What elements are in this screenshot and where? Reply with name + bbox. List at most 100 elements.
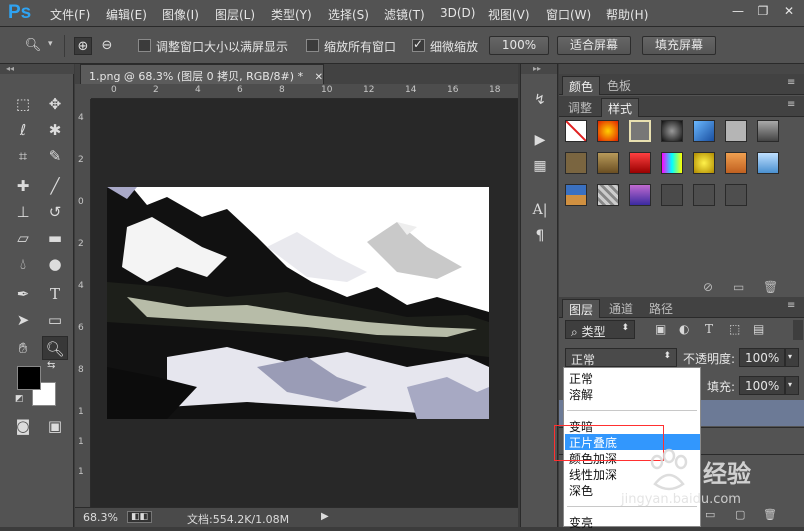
tab-adjustments[interactable]: 调整 xyxy=(562,98,598,117)
zoom-tool-preset-icon[interactable]: 🔍︎ xyxy=(24,37,42,55)
fit-screen-button[interactable]: 适合屏幕 xyxy=(557,36,631,55)
filter-toggle[interactable] xyxy=(793,320,803,340)
zoom-all-checkbox[interactable] xyxy=(306,39,319,52)
type-tool-icon[interactable]: T xyxy=(42,282,68,306)
style-none-swatch[interactable] xyxy=(565,120,587,142)
menu-help[interactable]: 帮助(H) xyxy=(606,6,648,23)
history-panel-icon[interactable]: ↯ xyxy=(530,90,550,110)
style-swatch[interactable] xyxy=(693,184,715,206)
fill-screen-button[interactable]: 填充屏幕 xyxy=(642,36,716,55)
close-button[interactable]: ✕ xyxy=(778,3,800,19)
blend-mode-select[interactable]: 正常 ⬍ xyxy=(565,348,677,367)
close-tab-icon[interactable]: ✕ xyxy=(315,72,323,83)
style-swatch[interactable] xyxy=(725,152,747,174)
swap-colors-icon[interactable]: ⇆ xyxy=(47,360,55,371)
default-colors-icon[interactable]: ◩ xyxy=(15,394,24,404)
panel-menu-icon[interactable]: ≡ xyxy=(787,99,795,110)
menu-type[interactable]: 类型(Y) xyxy=(271,6,312,23)
status-menu-arrow-icon[interactable]: ▶ xyxy=(321,511,329,522)
style-swatch[interactable] xyxy=(693,120,715,142)
3d-panel-icon[interactable]: ▦ xyxy=(530,156,550,176)
delete-style-icon[interactable]: 🗑︎ xyxy=(763,280,778,294)
layer-kind-filter[interactable]: ⌕ 类型 ⬍ xyxy=(565,320,635,339)
style-swatch[interactable] xyxy=(597,152,619,174)
actions-play-icon[interactable]: ▶ xyxy=(530,130,550,150)
gradient-tool-icon[interactable]: ▬ xyxy=(42,226,68,250)
style-swatch[interactable] xyxy=(757,152,779,174)
style-swatch[interactable] xyxy=(757,120,779,142)
menu-select[interactable]: 选择(S) xyxy=(328,6,369,23)
minimize-button[interactable]: — xyxy=(727,3,749,19)
menu-filter[interactable]: 滤镜(T) xyxy=(384,6,425,23)
eraser-tool-icon[interactable]: ▱ xyxy=(10,226,36,250)
style-swatch[interactable] xyxy=(629,152,651,174)
opacity-chevron-down-icon[interactable]: ▾ xyxy=(785,348,799,367)
rectangle-tool-icon[interactable]: ▭ xyxy=(42,308,68,332)
filter-adjustment-icon[interactable]: ◐ xyxy=(679,322,689,336)
clear-style-icon[interactable]: ⊘ xyxy=(703,280,713,294)
blend-option-linear-burn[interactable]: 线性加深 xyxy=(569,466,617,483)
zoom-tool-icon[interactable]: 🔍︎ xyxy=(42,336,68,360)
character-panel-icon[interactable]: A| xyxy=(530,200,550,220)
menu-3d[interactable]: 3D(D) xyxy=(440,6,475,20)
marquee-tool-icon[interactable]: ⬚ xyxy=(10,92,36,116)
zoom-out-icon[interactable]: ⊖ xyxy=(98,37,116,55)
style-swatch[interactable] xyxy=(661,120,683,142)
style-swatch[interactable] xyxy=(693,152,715,174)
fill-field[interactable]: 100% xyxy=(739,376,785,395)
menu-view[interactable]: 视图(V) xyxy=(488,6,530,23)
filter-smart-object-icon[interactable]: ▤ xyxy=(753,322,764,336)
filter-shape-icon[interactable]: ⬚ xyxy=(729,322,740,336)
panel-menu-icon[interactable]: ≡ xyxy=(787,300,795,311)
style-swatch[interactable] xyxy=(597,120,619,142)
crop-tool-icon[interactable]: ⌗ xyxy=(10,144,36,168)
zoom-in-icon[interactable]: ⊕ xyxy=(74,37,92,55)
move-tool-icon[interactable]: ✥ xyxy=(42,92,68,116)
quick-mask-icon[interactable]: ◙ xyxy=(10,414,36,438)
resize-windows-checkbox[interactable] xyxy=(138,39,151,52)
blur-tool-icon[interactable]: 💧︎ xyxy=(10,252,36,276)
clone-stamp-tool-icon[interactable]: ⊥ xyxy=(10,200,36,224)
tab-paths[interactable]: 路径 xyxy=(643,299,679,318)
restore-button[interactable]: ❐ xyxy=(752,3,774,19)
pen-tool-icon[interactable]: ✒ xyxy=(10,282,36,306)
menu-window[interactable]: 窗口(W) xyxy=(546,6,591,23)
style-swatch[interactable] xyxy=(725,120,747,142)
healing-brush-tool-icon[interactable]: ✚ xyxy=(10,174,36,198)
canvas-area[interactable] xyxy=(91,99,518,507)
hand-tool-icon[interactable]: ✋︎ xyxy=(10,336,36,360)
menu-image[interactable]: 图像(I) xyxy=(162,6,199,23)
zoom-100-button[interactable]: 100% xyxy=(489,36,549,55)
scrubby-zoom-checkbox[interactable] xyxy=(412,37,425,52)
style-swatch[interactable] xyxy=(629,184,651,206)
blend-option-lighten[interactable]: 变亮 xyxy=(569,514,593,531)
style-swatch[interactable] xyxy=(565,184,587,206)
menu-edit[interactable]: 编辑(E) xyxy=(106,6,147,23)
eyedropper-tool-icon[interactable]: ✎ xyxy=(42,144,68,168)
preset-chevron-down-icon[interactable]: ▾ xyxy=(48,39,53,49)
menu-file[interactable]: 文件(F) xyxy=(50,6,90,23)
style-swatch[interactable] xyxy=(661,184,683,206)
document-tab[interactable]: 1.png @ 68.3% (图层 0 拷贝, RGB/8#) * ✕ xyxy=(80,64,324,84)
style-swatch[interactable] xyxy=(565,152,587,174)
tab-layers[interactable]: 图层 xyxy=(562,299,601,318)
style-swatch[interactable] xyxy=(725,184,747,206)
filter-pixel-icon[interactable]: ▣ xyxy=(655,322,666,336)
brush-tool-icon[interactable]: ╱ xyxy=(42,174,68,198)
magic-wand-tool-icon[interactable]: ✱ xyxy=(42,118,68,142)
tab-channels[interactable]: 通道 xyxy=(603,299,639,318)
new-style-icon[interactable]: ▭ xyxy=(733,280,744,294)
collapse-arrows-icon[interactable]: ▸▸ xyxy=(521,64,557,74)
tab-color[interactable]: 颜色 xyxy=(562,76,601,95)
blend-option-normal[interactable]: 正常 xyxy=(569,370,593,387)
fill-chevron-down-icon[interactable]: ▾ xyxy=(785,376,799,395)
tab-swatches[interactable]: 色板 xyxy=(601,76,637,95)
path-selection-tool-icon[interactable]: ➤ xyxy=(10,308,36,332)
dodge-tool-icon[interactable]: ● xyxy=(42,252,68,276)
blend-option-darker-color[interactable]: 深色 xyxy=(569,482,593,499)
menu-layer[interactable]: 图层(L) xyxy=(215,6,255,23)
status-zoom[interactable]: 68.3% xyxy=(83,511,118,524)
filter-type-icon[interactable]: T xyxy=(705,322,713,336)
paragraph-panel-icon[interactable]: ¶ xyxy=(530,226,550,246)
lasso-tool-icon[interactable]: ℓ xyxy=(10,118,36,142)
